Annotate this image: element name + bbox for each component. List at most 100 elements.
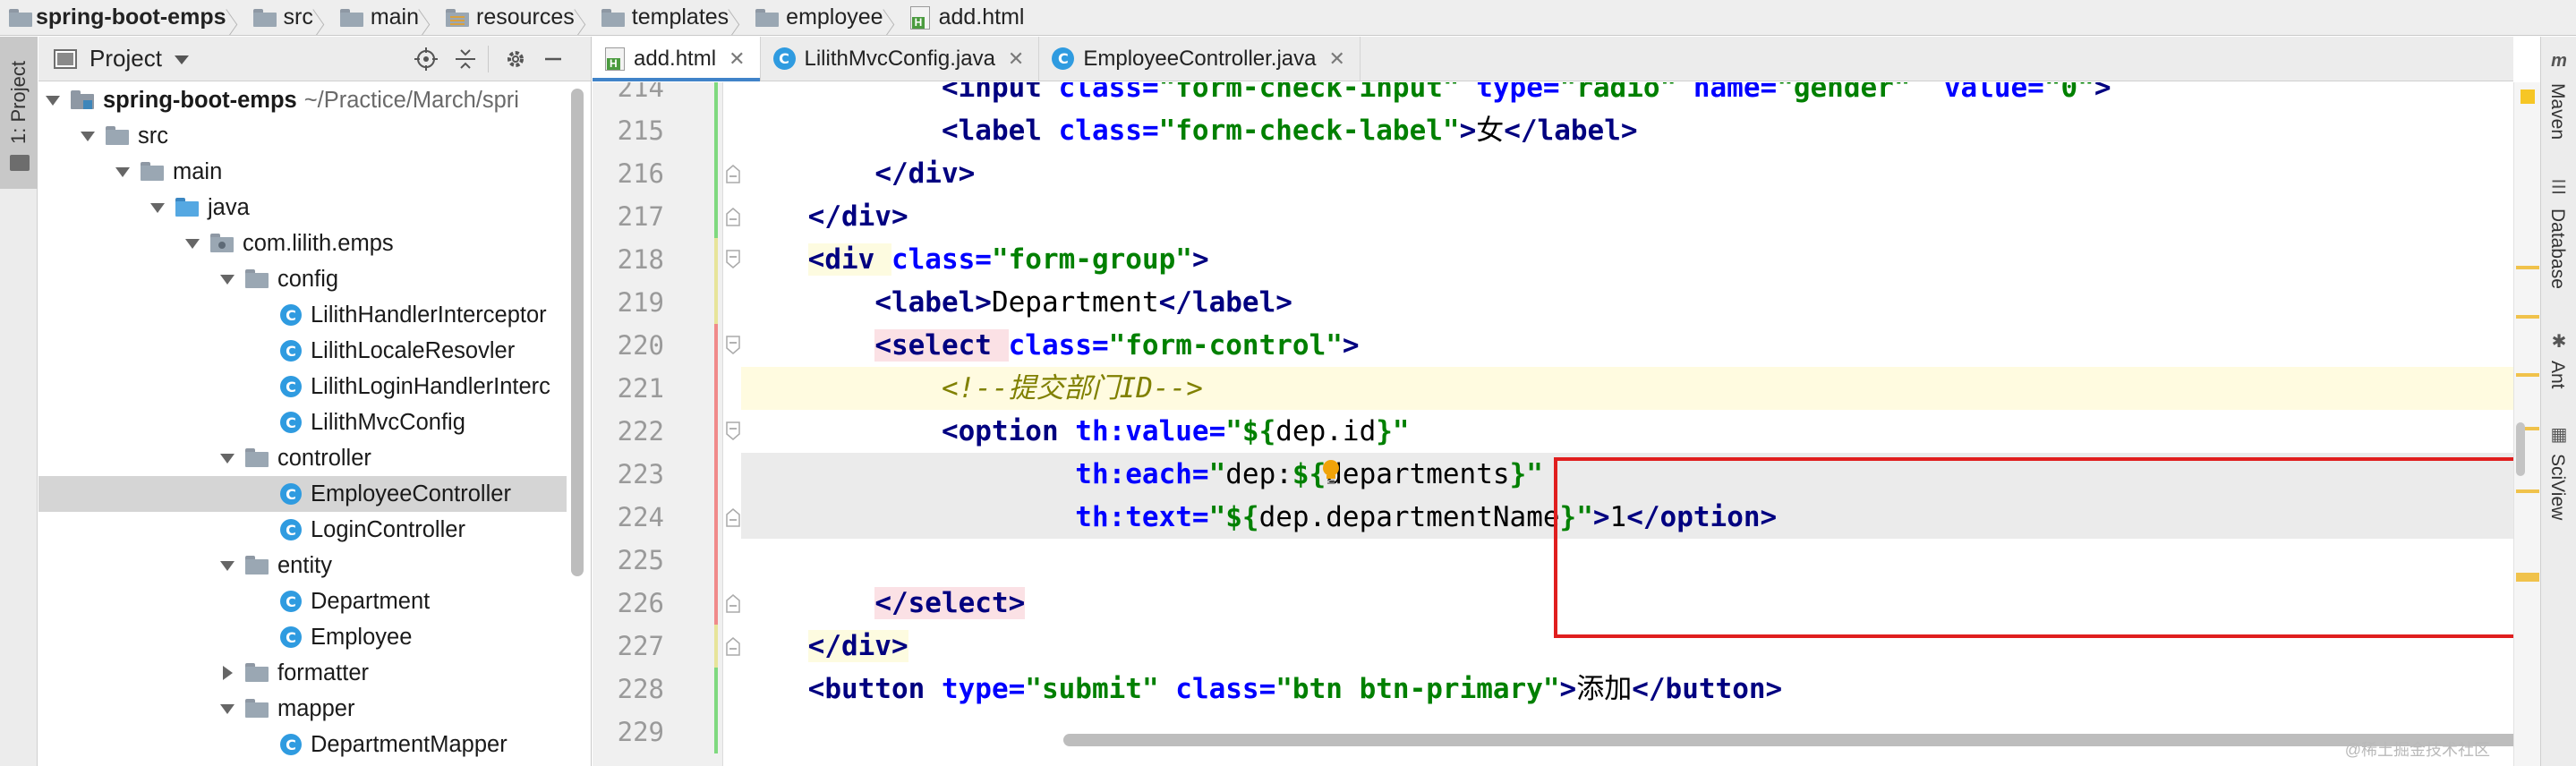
tree-item[interactable]: config [38, 261, 567, 297]
vcs-change-marker[interactable] [714, 238, 718, 324]
code-editor[interactable]: 214 215 216 217 218 219 220 221 222 223 224 225 226 2… [593, 82, 2513, 766]
close-icon[interactable]: ✕ [729, 47, 745, 71]
fold-marker-icon[interactable] [725, 636, 741, 656]
chevron-down-icon[interactable] [220, 560, 235, 571]
code-line[interactable]: <div class="form-group"> [741, 238, 2513, 281]
tree-item[interactable]: C EmployeeController [38, 476, 567, 512]
code-line[interactable]: <label class="form-check-label">女</label… [741, 109, 2513, 152]
breadcrumb-item-main[interactable]: main [339, 0, 446, 35]
chevron-down-icon[interactable] [115, 166, 130, 177]
code-token: </select> [874, 587, 1026, 619]
code-line[interactable] [741, 711, 2513, 753]
vcs-change-marker[interactable] [714, 324, 718, 625]
chevron-down-icon[interactable] [220, 703, 235, 714]
lightbulb-icon[interactable] [1320, 459, 1342, 486]
vcs-change-marker[interactable] [714, 668, 718, 753]
code-line[interactable]: <option th:value="${dep.id}" [741, 410, 2513, 453]
chevron-right-icon[interactable] [223, 666, 233, 680]
breadcrumb-item-employee[interactable]: employee [755, 0, 909, 35]
chevron-down-icon[interactable] [81, 131, 95, 141]
tree-item[interactable]: java [38, 190, 567, 226]
project-tool-tab[interactable]: 1: Project [0, 37, 38, 189]
error-stripe-scroll-thumb[interactable] [2516, 422, 2525, 476]
tree-item[interactable]: C LilithLoginHandlerInterc [38, 369, 567, 404]
sciview-tool-tab[interactable]: SciView [2546, 454, 2568, 520]
fold-marker-icon[interactable] [725, 164, 741, 183]
tree-item[interactable]: spring-boot-emps ~/Practice/March/spri [38, 82, 567, 118]
breadcrumb-item-project[interactable]: spring-boot-emps [9, 0, 253, 35]
tab-add-html[interactable]: add.html ✕ [593, 37, 761, 81]
tree-item[interactable]: C LoginController [38, 512, 567, 548]
tree-item[interactable]: C LilithLocaleResovler [38, 333, 567, 369]
chevron-down-icon[interactable] [150, 202, 165, 213]
tab-lilith-mvc-config[interactable]: C LilithMvcConfig.java ✕ [761, 37, 1040, 81]
warning-mark[interactable] [2516, 266, 2539, 269]
project-view-selector[interactable]: Project [90, 45, 162, 72]
inspection-status-icon[interactable] [2521, 89, 2535, 104]
folder-icon [339, 8, 363, 27]
warning-mark[interactable] [2516, 489, 2539, 493]
fold-marker-icon[interactable] [725, 207, 741, 226]
code-line[interactable]: <!--提交部门ID--> [741, 367, 2513, 410]
gear-icon[interactable] [502, 46, 529, 72]
code-line[interactable]: </div> [741, 195, 2513, 238]
code-token: class= [891, 243, 992, 276]
breadcrumb: spring-boot-emps src main resources temp… [0, 0, 2576, 36]
warning-mark[interactable] [2516, 576, 2539, 582]
fold-marker-icon[interactable] [725, 593, 741, 613]
maven-tool-tab[interactable]: Maven [2546, 83, 2568, 140]
vcs-change-marker[interactable] [714, 625, 718, 668]
breadcrumb-item-src[interactable]: src [252, 0, 340, 35]
fold-marker-icon[interactable] [725, 507, 741, 527]
tree-item[interactable]: controller [38, 440, 567, 476]
chevron-down-icon[interactable] [220, 274, 235, 285]
tree-item[interactable]: main [38, 154, 567, 190]
fold-marker-icon[interactable] [725, 421, 741, 441]
close-icon[interactable]: ✕ [1329, 47, 1345, 71]
tab-employee-controller[interactable]: C EmployeeController.java ✕ [1039, 37, 1361, 81]
fold-marker-icon[interactable] [725, 336, 741, 355]
chevron-down-icon[interactable] [220, 453, 235, 464]
tree-item[interactable]: mapper [38, 691, 567, 727]
code-token: }" [1509, 458, 1543, 490]
breadcrumb-item-resources[interactable]: resources [446, 0, 601, 35]
tree-item[interactable]: C LilithMvcConfig [38, 404, 567, 440]
project-view-icon [54, 48, 77, 69]
tree-item-label: mapper [277, 695, 355, 721]
tree-item[interactable]: formatter [38, 655, 567, 691]
ant-tool-tab[interactable]: Ant [2546, 361, 2568, 389]
tree-item[interactable]: C Employee [38, 619, 567, 655]
code-line[interactable]: </div> [741, 152, 2513, 195]
class-icon: C [280, 304, 302, 326]
tree-item[interactable]: entity [38, 548, 567, 583]
database-tool-tab[interactable]: Database [2546, 209, 2568, 289]
breadcrumb-item-templates[interactable]: templates [601, 0, 755, 35]
fold-marker-icon[interactable] [725, 250, 741, 269]
source-folder-icon [175, 198, 199, 217]
project-panel-scrollbar[interactable] [571, 89, 584, 576]
warning-mark[interactable] [2516, 373, 2539, 377]
tree-item[interactable]: C LilithHandlerInterceptor [38, 297, 567, 333]
code-line[interactable]: <select class="form-control"> [741, 324, 2513, 367]
locate-icon[interactable] [413, 46, 439, 72]
line-number: 228 [617, 674, 664, 704]
close-icon[interactable]: ✕ [1008, 47, 1024, 71]
tree-item[interactable]: com.lilith.emps [38, 226, 567, 261]
chevron-down-icon[interactable] [185, 238, 200, 249]
minimize-icon[interactable] [540, 46, 567, 72]
code-line[interactable]: <input class="form-check-input" type="ra… [741, 82, 2513, 109]
chevron-down-icon[interactable] [46, 95, 60, 106]
code-line[interactable]: <button type="submit" class="btn btn-pri… [741, 668, 2513, 711]
tree-item[interactable]: src [38, 118, 567, 154]
vcs-change-marker[interactable] [714, 82, 718, 238]
tree-item[interactable]: C DepartmentMapper [38, 727, 567, 762]
breadcrumb-item-file[interactable]: add.html [909, 4, 1024, 30]
editor-horizontal-scrollbar[interactable] [1063, 734, 2531, 746]
warning-mark[interactable] [2516, 315, 2539, 319]
code-area[interactable]: <input class="form-check-input" type="ra… [741, 82, 2513, 766]
chevron-down-icon[interactable] [174, 55, 189, 64]
collapse-all-icon[interactable] [452, 46, 479, 72]
code-line[interactable]: <label>Department</label> [741, 281, 2513, 324]
tree-item[interactable]: C Department [38, 583, 567, 619]
